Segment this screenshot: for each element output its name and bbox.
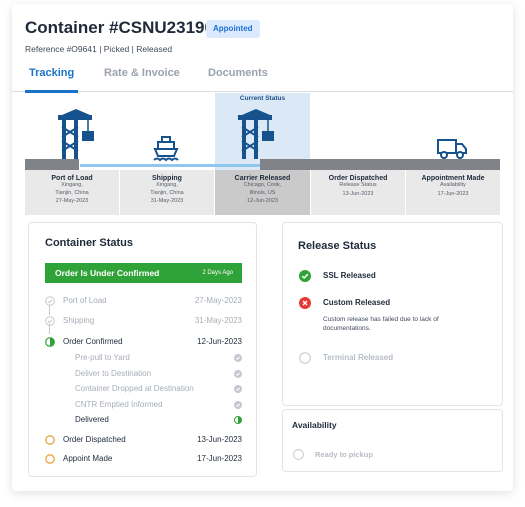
stage-date: 31-May-2023: [150, 198, 184, 204]
stage-order-dispatched: Order Dispatched Release Status 13-Jun-2…: [311, 170, 405, 215]
timeline-label: Port of Load: [63, 296, 107, 305]
timeline-date: 31-May-2023: [194, 316, 242, 325]
pending-circle-icon: [45, 454, 55, 464]
check-circle-icon: [234, 385, 242, 393]
container-status-panel: Container Status Order Is Under Confirme…: [28, 222, 257, 477]
stage-date: 13-Jun-2023: [342, 190, 374, 197]
pending-circle-icon: [45, 435, 55, 445]
status-badge: Appointed: [206, 20, 260, 38]
page-title: Container #CSNU231903: [25, 18, 224, 37]
timeline-item: Shipping 31-May-2023: [45, 314, 242, 328]
container-detail-card: Container #CSNU231903 Appointed Referenc…: [12, 4, 513, 491]
timeline-date: 13-Jun-2023: [197, 435, 242, 444]
progress-line: [80, 164, 260, 167]
timeline-subitem: Delivered: [45, 413, 242, 427]
release-label: Terminal Released: [323, 353, 394, 362]
subitem-label: Deliver to Destination: [75, 369, 152, 378]
release-status-title: Release Status: [298, 240, 377, 252]
check-circle-icon: [234, 354, 242, 362]
stage-carrier-released: Carrier Released Chicago, Cook, Illinois…: [215, 170, 310, 215]
stage-name: Shipping: [152, 175, 182, 182]
timeline-subitem: CNTR Emptied Informed: [45, 398, 242, 412]
subitem-label: CNTR Emptied Informed: [75, 400, 163, 409]
empty-circle-icon: [299, 352, 311, 364]
stage-name: Order Dispatched: [328, 175, 388, 182]
stage-subtitle: Release Status: [339, 182, 377, 188]
timeline-subitem: Deliver to Destination: [45, 367, 242, 381]
tracking-strip: Current Status Port of Load Xingang, Tia…: [12, 93, 513, 215]
timeline-label: Order Confirmed: [63, 337, 123, 346]
timeline-date: 27-May-2023: [194, 296, 242, 305]
timeline-item: Appoint Made 17-Jun-2023: [45, 452, 242, 466]
half-circle-icon: [234, 416, 242, 424]
port-crane-icon: [58, 109, 94, 159]
stage-date: 17-Jun-2023: [437, 190, 469, 197]
stage-name: Carrier Released: [234, 175, 291, 182]
subitem-label: Pre-pull to Yard: [75, 353, 130, 362]
check-circle-icon: [299, 270, 311, 282]
error-circle-icon: [299, 297, 311, 309]
current-status-label: Current Status: [239, 95, 286, 102]
release-status-panel: Release Status SSL Released Custom Relea…: [282, 222, 503, 406]
banner-age: 2 Days Ago: [202, 270, 233, 276]
check-circle-icon: [234, 370, 242, 378]
timeline-item: Order Dispatched 13-Jun-2023: [45, 433, 242, 447]
empty-circle-icon: [293, 449, 304, 460]
banner-text: Order Is Under Confirmed: [55, 268, 160, 278]
stage-date: 12-Jun-2023: [247, 198, 278, 204]
container-status-title: Container Status: [45, 237, 134, 249]
release-error-note: Custom release has failed due to lack of…: [323, 316, 439, 332]
availability-label: Ready to pickup: [315, 450, 373, 459]
timeline-item: Port of Load 27-May-2023: [45, 294, 242, 308]
tab-tracking[interactable]: Tracking: [24, 66, 79, 93]
stage-date: 27-May-2023: [55, 198, 89, 204]
half-circle-icon: [45, 337, 55, 347]
stage-port-of-load: Port of Load Xingang, Tianjin, China 27-…: [25, 170, 119, 215]
timeline-date: 12-Jun-2023: [197, 337, 242, 346]
availability-panel: Availability Ready to pickup: [282, 409, 503, 472]
stage-location: Xingang,: [61, 182, 83, 188]
track-bar: [25, 159, 79, 170]
check-circle-icon: [45, 296, 55, 306]
timeline-subitem: Pre-pull to Yard: [45, 351, 242, 365]
stage-shipping: Shipping Xingang, Tianjin, China 31-May-…: [120, 170, 214, 215]
stage-location: Tianjin, China: [55, 189, 89, 196]
timeline-subitem: Container Dropped at Destination: [45, 382, 242, 396]
tab-documents[interactable]: Documents: [208, 66, 268, 92]
port-crane-icon: [238, 109, 274, 159]
reference-line: Reference #O9641 | Picked | Released: [25, 44, 173, 54]
stage-location: Illinois, US: [249, 189, 276, 196]
track-bar: [260, 159, 500, 170]
truck-icon: [437, 139, 467, 159]
stage-name: Appointment Made: [421, 175, 485, 182]
timeline-label: Order Dispatched: [63, 435, 126, 444]
stage-appointment-made: Appointment Made Availability 17-Jun-202…: [406, 170, 500, 215]
stage-name: Port of Load: [51, 175, 93, 182]
release-label: Custom Released: [323, 298, 391, 307]
tab-bar: Tracking Rate & Invoice Documents: [12, 66, 513, 93]
stage-location: Chicago, Cook,: [243, 182, 282, 188]
tab-rate-invoice[interactable]: Rate & Invoice: [104, 66, 180, 92]
check-circle-icon: [45, 316, 55, 326]
timeline-label: Shipping: [63, 316, 95, 325]
availability-title: Availability: [292, 420, 337, 430]
timeline-item: Order Confirmed 12-Jun-2023: [45, 335, 242, 349]
stage-location: Xingang,: [156, 182, 178, 188]
stage-subtitle: Availability: [440, 182, 466, 188]
timeline-label: Appoint Made: [63, 454, 113, 463]
status-banner: Order Is Under Confirmed 2 Days Ago: [45, 263, 242, 283]
stage-location: Tianjin, China: [150, 189, 184, 196]
timeline-date: 17-Jun-2023: [197, 454, 242, 463]
ship-icon: [153, 136, 179, 162]
subitem-label: Container Dropped at Destination: [75, 384, 194, 393]
release-label: SSL Released: [323, 271, 376, 280]
check-circle-icon: [234, 401, 242, 409]
subitem-label: Delivered: [75, 415, 109, 424]
